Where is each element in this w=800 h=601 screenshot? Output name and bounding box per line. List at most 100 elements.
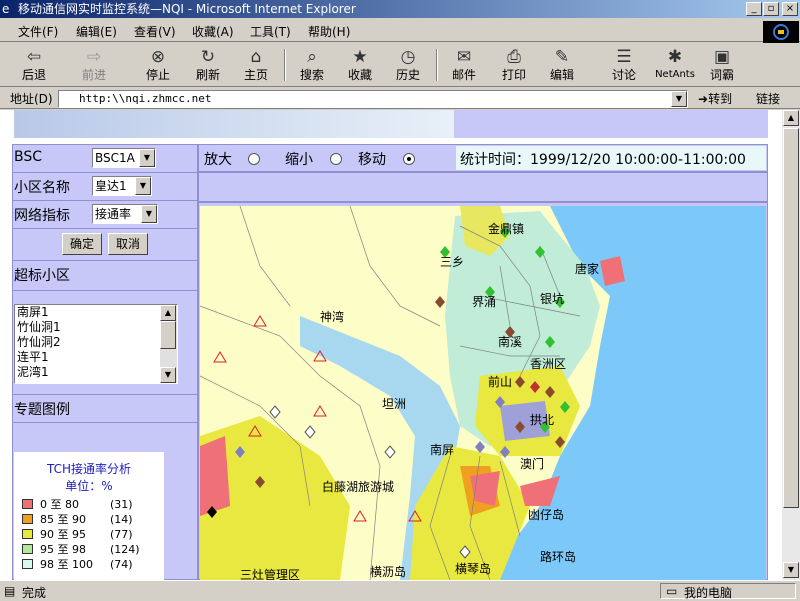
discuss-icon: ☰	[616, 47, 632, 67]
search-button[interactable]: ⌕ 搜索	[290, 46, 334, 84]
listbox-scrollbar[interactable]: ▲ ▼	[160, 305, 177, 383]
mail-icon: ✉	[456, 47, 472, 67]
menu-tools[interactable]: 工具(T)	[250, 23, 291, 40]
cell-name-select[interactable]: 皇达1 ▼	[92, 176, 152, 196]
svg-text:界涌: 界涌	[472, 295, 496, 309]
maximize-button[interactable]: ▫	[763, 2, 779, 16]
legend-section-label: 专题图例	[14, 402, 70, 418]
menu-bar: 文件(F) 编辑(E) 查看(V) 收藏(A) 工具(T) 帮助(H)	[0, 18, 800, 42]
minimize-button[interactable]: _	[746, 2, 762, 16]
legend-row: 95 至 98 (124)	[22, 543, 162, 557]
refresh-button[interactable]: ↻ 刷新	[186, 46, 230, 84]
menu-view[interactable]: 查看(V)	[134, 23, 176, 40]
cancel-button[interactable]: 取消	[108, 233, 148, 255]
legend-count: (14)	[110, 513, 133, 526]
zoom-in-label: 放大	[204, 152, 232, 168]
menu-file[interactable]: 文件(F)	[18, 23, 58, 40]
legend-range: 85 至 90	[40, 513, 86, 526]
status-page-icon: ▤	[4, 584, 16, 598]
stat-time: 统计时间：1999/12/20 10:00:00-11:00:00	[460, 152, 746, 168]
legend-swatch	[22, 559, 33, 569]
svg-text:金鼎镇: 金鼎镇	[488, 221, 524, 236]
bsc-label: BSC	[14, 149, 43, 165]
scroll-up-icon[interactable]: ▲	[160, 305, 176, 321]
edit-icon: ✎	[554, 47, 570, 67]
chevron-down-icon: ▼	[139, 149, 155, 167]
page-scrollbar[interactable]: ▲ ▼	[782, 110, 800, 580]
dictionary-icon: ▣	[713, 47, 731, 67]
svg-text:银坑: 银坑	[540, 291, 564, 306]
map[interactable]: 金鼎镇 三乡 唐家 神湾 界涌 银坑 南溪 香洲区 前山 坦洲 拱北 南屏 澳门…	[200, 206, 766, 580]
netants-button[interactable]: ✱ NetAnts	[650, 46, 700, 84]
banner	[14, 110, 768, 138]
zoom-out-label: 缩小	[285, 152, 313, 168]
ie-logo	[763, 21, 799, 43]
home-button[interactable]: ⌂ 主页	[234, 46, 278, 84]
map-spacer-bar	[198, 172, 768, 202]
scroll-down-icon[interactable]: ▼	[160, 367, 176, 383]
list-item[interactable]: 连平1	[17, 350, 177, 365]
edit-button[interactable]: ✎ 编辑	[540, 46, 584, 84]
status-zone: 我的电脑	[684, 586, 733, 600]
forward-button[interactable]: ⇨ 前进	[72, 46, 116, 84]
legend-count: (31)	[110, 498, 133, 511]
history-button[interactable]: ◷ 历史	[386, 46, 430, 84]
list-item[interactable]: 南屏1	[17, 305, 177, 320]
scroll-up-icon[interactable]: ▲	[783, 110, 799, 126]
dict-button[interactable]: ▣ 词霸	[700, 46, 744, 84]
computer-icon: ▭	[666, 584, 678, 598]
menu-favorites[interactable]: 收藏(A)	[192, 23, 234, 40]
list-item[interactable]: 竹仙洞2	[17, 335, 177, 350]
menu-help[interactable]: 帮助(H)	[308, 23, 350, 40]
ok-button[interactable]: 确定	[62, 233, 102, 255]
legend-range: 0 至 80	[40, 498, 79, 511]
scroll-down-icon[interactable]: ▼	[783, 562, 799, 578]
search-icon: ⌕	[307, 47, 317, 67]
banner-image	[14, 110, 454, 138]
svg-text:南溪: 南溪	[498, 334, 522, 349]
move-label: 移动	[358, 152, 386, 168]
links-button[interactable]: 链接	[756, 90, 780, 107]
back-button[interactable]: ⇦ 后退	[12, 46, 56, 84]
legend-row: 90 至 95 (77)	[22, 528, 162, 542]
svg-text:坦洲: 坦洲	[382, 397, 406, 411]
printer-icon: ⎙	[507, 47, 521, 67]
address-input[interactable]: http:\\nqi.zhmcc.net	[58, 90, 688, 108]
zoom-in-radio[interactable]	[248, 151, 260, 165]
toolbar: ⇦ 后退 ⇨ 前进 ⊗ 停止 ↻ 刷新 ⌂ 主页 ⌕ 搜索 ★ 收藏 ◷ 历史 ✉ 邮件 ⎙ 打印 …	[0, 43, 800, 87]
over-limit-label: 超标小区	[14, 268, 70, 284]
scroll-thumb[interactable]	[783, 128, 799, 508]
svg-text:横沥岛: 横沥岛	[370, 564, 406, 579]
mail-button[interactable]: ✉ 邮件	[442, 46, 486, 84]
forward-arrow-icon: ⇨	[86, 47, 102, 67]
home-icon: ⌂	[250, 47, 262, 67]
discuss-button[interactable]: ☰ 讨论	[602, 46, 646, 84]
go-button[interactable]: ➜转到	[698, 90, 732, 107]
page-content: BSC BSC1A ▼ 小区名称 皇达1 ▼ 网络指标 接通率 ▼ 确定 取消 超标小…	[0, 110, 782, 580]
favorites-button[interactable]: ★ 收藏	[338, 46, 382, 84]
list-item[interactable]: 竹仙洞1	[17, 320, 177, 335]
menu-edit[interactable]: 编辑(E)	[76, 23, 117, 40]
svg-text:拱北: 拱北	[530, 413, 554, 427]
legend-range: 95 至 98	[40, 543, 86, 556]
legend-swatch	[22, 529, 33, 539]
legend-unit: 单位：%	[65, 479, 113, 493]
legend-box: TCH接通率分析 单位：% 0 至 80 (31) 85 至 90 (14) 90 至 …	[14, 452, 164, 580]
ie-icon: e	[2, 2, 10, 16]
stop-icon: ⊗	[150, 47, 166, 67]
legend-swatch	[22, 514, 33, 524]
svg-text:路环岛: 路环岛	[540, 549, 576, 564]
chevron-down-icon: ▼	[141, 205, 157, 223]
move-radio[interactable]	[403, 151, 415, 165]
metric-select[interactable]: 接通率 ▼	[92, 204, 158, 224]
list-item[interactable]: 泥湾1	[17, 365, 177, 380]
svg-text:白藤湖旅游城: 白藤湖旅游城	[322, 479, 394, 494]
over-limit-listbox[interactable]: 南屏1 竹仙洞1 竹仙洞2 连平1 泥湾1	[14, 304, 178, 384]
stop-button[interactable]: ⊗ 停止	[136, 46, 180, 84]
close-button[interactable]: ×	[782, 2, 798, 16]
bsc-select[interactable]: BSC1A ▼	[92, 148, 156, 168]
address-dropdown-button[interactable]: ▼	[671, 91, 687, 107]
legend-row: 0 至 80 (31)	[22, 498, 162, 512]
print-button[interactable]: ⎙ 打印	[492, 46, 536, 84]
zoom-out-radio[interactable]	[330, 151, 342, 165]
